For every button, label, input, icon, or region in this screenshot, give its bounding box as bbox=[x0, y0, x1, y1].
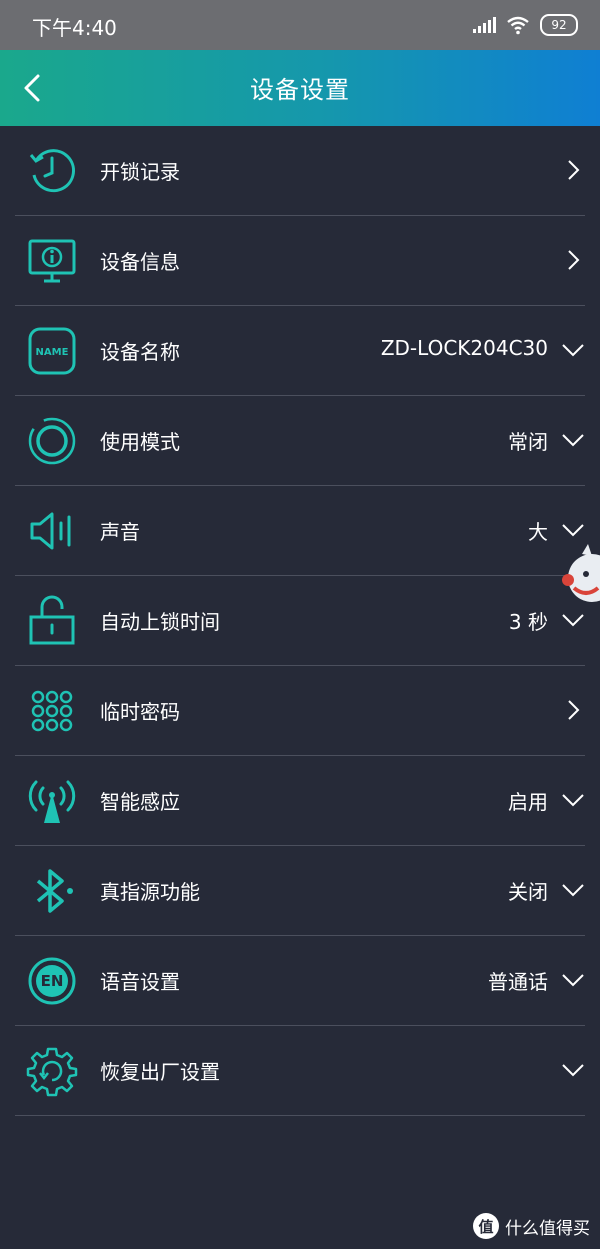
bluetooth-icon bbox=[36, 869, 73, 913]
language-en-icon: EN bbox=[28, 957, 76, 1005]
setting-row-smart-sensing[interactable]: 智能感应 启用 bbox=[0, 756, 600, 846]
setting-row-true-finger-source[interactable]: 真指源功能 关闭 bbox=[0, 846, 600, 936]
setting-row-device-name[interactable]: NAME 设备名称 ZD-LOCK204C30 bbox=[0, 306, 600, 396]
chevron-down-icon[interactable] bbox=[560, 1057, 586, 1083]
setting-value: ZD-LOCK204C30 bbox=[380, 336, 548, 360]
padlock-icon bbox=[29, 595, 75, 645]
signal-icon bbox=[473, 17, 496, 33]
watermark-text: 什么值得买 bbox=[505, 1218, 590, 1239]
status-time: 下午4:40 bbox=[32, 16, 117, 40]
name-tag-icon: NAME bbox=[28, 327, 76, 375]
floating-mascot-icon[interactable] bbox=[560, 540, 600, 620]
setting-row-device-info[interactable]: 设备信息 bbox=[0, 216, 600, 306]
chevron-right-icon[interactable] bbox=[560, 157, 586, 183]
setting-row-usage-mode[interactable]: 使用模式 常闭 bbox=[0, 396, 600, 486]
svg-text:NAME: NAME bbox=[36, 347, 69, 358]
setting-value: 常闭 bbox=[508, 430, 548, 454]
chevron-down-icon[interactable] bbox=[560, 787, 586, 813]
setting-label: 声音 bbox=[100, 520, 140, 544]
speaker-icon bbox=[30, 512, 71, 550]
setting-label: 临时密码 bbox=[100, 700, 180, 724]
svg-text:EN: EN bbox=[41, 972, 64, 990]
keypad-icon bbox=[31, 690, 73, 732]
factory-reset-gear-icon bbox=[26, 1047, 78, 1097]
setting-row-voice-settings[interactable]: EN 语音设置 普通话 bbox=[0, 936, 600, 1026]
setting-value: 3 秒 bbox=[508, 610, 548, 634]
setting-label: 智能感应 bbox=[100, 790, 180, 814]
chevron-down-icon[interactable] bbox=[560, 427, 586, 453]
setting-row-temporary-password[interactable]: 临时密码 bbox=[0, 666, 600, 756]
setting-label: 恢复出厂设置 bbox=[100, 1060, 220, 1084]
setting-label: 设备信息 bbox=[100, 250, 180, 274]
device-info-icon bbox=[28, 239, 76, 283]
unlock-history-icon bbox=[29, 149, 75, 193]
chevron-down-icon[interactable] bbox=[560, 967, 586, 993]
status-bar: 下午4:40 92 bbox=[0, 0, 600, 50]
setting-label: 自动上锁时间 bbox=[100, 610, 220, 634]
mode-ring-icon bbox=[28, 417, 76, 465]
status-icons: 92 bbox=[472, 14, 578, 36]
watermark-badge: 值 bbox=[473, 1213, 499, 1239]
page-title: 设备设置 bbox=[250, 76, 350, 104]
setting-label: 真指源功能 bbox=[100, 880, 200, 904]
setting-row-factory-reset[interactable]: 恢复出厂设置 bbox=[0, 1026, 600, 1116]
wifi-icon bbox=[507, 16, 529, 35]
sensor-antenna-icon bbox=[28, 780, 76, 823]
setting-row-sound[interactable]: 声音 大 bbox=[0, 486, 600, 576]
setting-value: 普通话 bbox=[488, 970, 548, 994]
setting-value: 关闭 bbox=[508, 880, 548, 904]
setting-label: 设备名称 bbox=[100, 340, 180, 364]
setting-label: 开锁记录 bbox=[100, 160, 180, 184]
battery-indicator: 92 bbox=[540, 14, 578, 36]
chevron-down-icon[interactable] bbox=[560, 337, 586, 363]
setting-row-unlock-history[interactable]: 开锁记录 bbox=[0, 126, 600, 216]
chevron-right-icon[interactable] bbox=[560, 697, 586, 723]
watermark: 值 什么值得买 bbox=[473, 1213, 590, 1239]
setting-row-auto-lock-time[interactable]: 自动上锁时间 3 秒 bbox=[0, 576, 600, 666]
settings-list: 开锁记录 设备信息 NAME 设备名称 ZD-LOCK204C30 使用模式 常… bbox=[0, 126, 600, 1116]
app-header: 设备设置 bbox=[0, 50, 600, 126]
setting-label: 语音设置 bbox=[100, 970, 180, 994]
setting-value: 大 bbox=[528, 520, 548, 544]
chevron-right-icon[interactable] bbox=[560, 247, 586, 273]
chevron-down-icon[interactable] bbox=[560, 877, 586, 903]
setting-value: 启用 bbox=[508, 790, 548, 814]
divider bbox=[15, 1115, 585, 1116]
setting-label: 使用模式 bbox=[100, 430, 180, 454]
